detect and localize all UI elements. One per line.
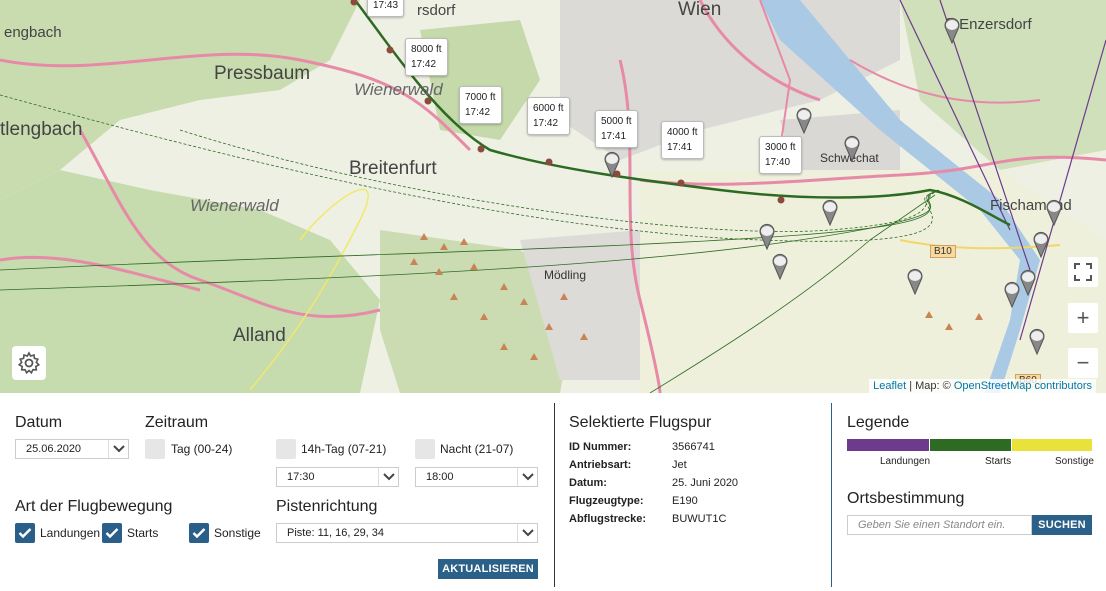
checkbox-landungen[interactable] xyxy=(15,523,35,543)
place-wienerwald-north: Wienerwald xyxy=(354,80,443,99)
chevron-down-icon xyxy=(378,468,398,486)
ort-heading: Ortsbestimmung xyxy=(847,490,965,507)
place-engbach: engbach xyxy=(4,24,62,41)
legend-color-landungen xyxy=(847,439,929,451)
map-tiles xyxy=(0,0,1106,393)
piste-heading: Pistenrichtung xyxy=(276,498,378,515)
place-rsdorf: rsdorf xyxy=(417,2,456,19)
label-starts: Starts xyxy=(127,526,159,540)
label-landungen: Landungen xyxy=(40,526,101,540)
time-from-select[interactable]: 17:30 xyxy=(276,467,399,487)
legend-color-starts xyxy=(930,439,1011,451)
info-value: E190 xyxy=(672,495,698,507)
checkbox-sonstige[interactable] xyxy=(189,523,209,543)
altitude-label: 17:43 xyxy=(367,0,405,17)
road-b10: B10 xyxy=(930,245,956,258)
altitude-label: 4000 ft 17:41 xyxy=(661,121,704,159)
label-14h-tag: 14h-Tag (07-21) xyxy=(301,442,387,456)
info-value: 3566741 xyxy=(672,441,715,453)
zoom-in-button[interactable]: + xyxy=(1068,303,1098,333)
fullscreen-button[interactable] xyxy=(1068,257,1098,287)
place-alland: Alland xyxy=(233,325,286,346)
noise-station-pin-icon[interactable] xyxy=(1003,280,1021,308)
chevron-down-icon xyxy=(517,524,537,542)
noise-station-pin-icon[interactable] xyxy=(1019,268,1037,296)
legend-label-sonstige: Sonstige xyxy=(1055,456,1094,467)
altitude-label: 5000 ft 17:41 xyxy=(595,110,638,148)
datum-select[interactable]: 25.06.2020 xyxy=(15,439,129,459)
place-wienerwald-south: Wienerwald xyxy=(190,196,279,215)
chevron-down-icon xyxy=(108,440,128,458)
info-value: Jet xyxy=(672,459,687,471)
legend-label-landungen: Landungen xyxy=(880,456,931,467)
legend-color-sonstige xyxy=(1012,439,1092,451)
zeitraum-heading: Zeitraum xyxy=(145,414,209,431)
altitude-label: 3000 ft 17:40 xyxy=(759,136,802,174)
noise-station-pin-icon[interactable] xyxy=(758,222,776,250)
info-key: Datum: xyxy=(569,477,607,489)
altitude-label: 8000 ft 17:42 xyxy=(405,38,448,76)
divider xyxy=(554,403,555,587)
gear-icon xyxy=(17,351,41,375)
divider xyxy=(831,403,832,587)
legend-label-starts: Starts xyxy=(985,456,1012,467)
info-key: Flugzeugtype: xyxy=(569,495,644,507)
place-wien: Wien xyxy=(678,0,722,20)
checkbox-14h-tag[interactable] xyxy=(276,439,296,459)
info-value: BUWUT1C xyxy=(672,513,727,525)
place-moedling: Mödling xyxy=(544,268,587,282)
chevron-down-icon xyxy=(517,468,537,486)
flugspur-heading: Selektierte Flugspur xyxy=(569,414,712,431)
osm-link[interactable]: OpenStreetMap contributors xyxy=(954,380,1092,392)
noise-station-pin-icon[interactable] xyxy=(843,134,861,162)
altitude-label: 7000 ft 17:42 xyxy=(459,86,502,124)
label-nacht: Nacht (21-07) xyxy=(440,442,514,456)
noise-station-pin-icon[interactable] xyxy=(603,150,621,178)
check-icon xyxy=(105,528,119,539)
piste-select[interactable]: Piste: 11, 16, 29, 34 xyxy=(276,523,538,543)
info-key: Abflugstrecke: xyxy=(569,513,647,525)
legende-heading: Legende xyxy=(847,414,910,431)
noise-station-pin-icon[interactable] xyxy=(1032,230,1050,258)
search-button[interactable]: SUCHEN xyxy=(1032,515,1092,535)
check-icon xyxy=(18,528,32,539)
checkbox-starts[interactable] xyxy=(102,523,122,543)
place-tlengbach: tlengbach xyxy=(0,119,83,140)
info-value: 25. Juni 2020 xyxy=(672,477,739,489)
leaflet-link[interactable]: Leaflet xyxy=(873,380,906,392)
info-key: ID Nummer: xyxy=(569,441,632,453)
noise-station-pin-icon[interactable] xyxy=(795,106,813,134)
noise-station-pin-icon[interactable] xyxy=(1045,198,1063,226)
label-tag: Tag (00-24) xyxy=(171,442,233,456)
noise-station-pin-icon[interactable] xyxy=(906,267,924,295)
place-breitenfurt: Breitenfurt xyxy=(349,158,437,179)
check-icon xyxy=(192,528,206,539)
label-sonstige: Sonstige xyxy=(214,526,261,540)
noise-station-pin-icon[interactable] xyxy=(771,252,789,280)
fullscreen-icon xyxy=(1074,263,1092,281)
art-heading: Art der Flugbewegung xyxy=(15,498,173,515)
location-search-input[interactable]: Geben Sie einen Standort ein. xyxy=(847,515,1032,535)
time-to-select[interactable]: 18:00 xyxy=(415,467,538,487)
noise-station-pin-icon[interactable] xyxy=(943,16,961,44)
map-attribution: Leaflet | Map: © OpenStreetMap contribut… xyxy=(869,379,1096,393)
settings-button[interactable] xyxy=(12,346,46,380)
info-key: Antriebsart: xyxy=(569,459,632,471)
altitude-label: 6000 ft 17:42 xyxy=(527,97,570,135)
update-button[interactable]: AKTUALISIEREN xyxy=(438,559,538,579)
noise-station-pin-icon[interactable] xyxy=(1028,327,1046,355)
datum-heading: Datum xyxy=(15,414,63,431)
control-panel: Datum 25.06.2020 Zeitraum Tag (00-24) 14… xyxy=(0,393,1106,591)
zoom-out-button[interactable]: − xyxy=(1068,348,1098,378)
checkbox-tag[interactable] xyxy=(145,439,165,459)
checkbox-nacht[interactable] xyxy=(415,439,435,459)
flight-map[interactable]: Wien rsdorf engbach Pressbaum Wienerwald… xyxy=(0,0,1106,393)
noise-station-pin-icon[interactable] xyxy=(821,198,839,226)
place-pressbaum: Pressbaum xyxy=(214,63,311,84)
